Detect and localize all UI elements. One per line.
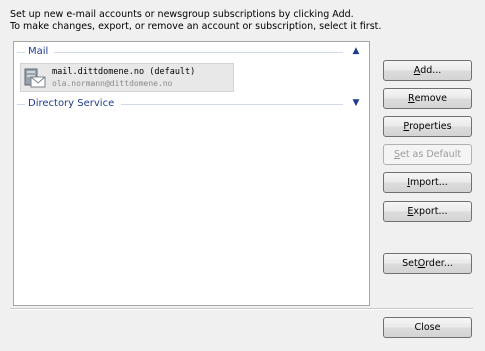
close-button[interactable]: Close <box>383 317 472 338</box>
set-as-default-button[interactable]: Set as Default <box>383 144 472 165</box>
account-email: ola.normann@dittdomene.no <box>52 79 173 88</box>
properties-button[interactable]: Properties <box>383 116 472 137</box>
chevron-down-icon[interactable]: ▼ <box>351 97 361 109</box>
add-label-post: dd... <box>420 65 442 76</box>
group-divider <box>17 52 25 53</box>
chevron-up-icon[interactable]: ▲ <box>351 45 361 57</box>
instruction-line-2: To make changes, export, or remove an ac… <box>10 21 382 32</box>
group-divider <box>17 104 25 105</box>
set-order-label-post: rder... <box>425 258 453 269</box>
properties-label-post: roperties <box>409 121 452 132</box>
mail-group-header[interactable]: Mail ▲ <box>14 45 369 59</box>
export-button[interactable]: Export... <box>383 201 472 222</box>
close-label: Close <box>414 322 441 333</box>
import-label-post: mport... <box>410 177 448 188</box>
import-button[interactable]: Import... <box>383 172 472 193</box>
remove-button[interactable]: Remove <box>383 88 472 109</box>
set-order-label-pre: Set <box>402 258 418 269</box>
account-name: mail.dittdomene.no (default) <box>52 67 196 77</box>
remove-label-key: R <box>408 93 415 104</box>
instruction-line-1: Set up new e-mail accounts or newsgroup … <box>10 9 354 20</box>
mail-group-title: Mail <box>28 46 49 57</box>
export-label-post: xport... <box>413 206 448 217</box>
mail-account-icon <box>24 68 46 88</box>
footer-divider <box>10 308 473 310</box>
directory-group-title: Directory Service <box>28 98 115 109</box>
set-order-button[interactable]: Set Order... <box>383 253 472 274</box>
accounts-list[interactable]: Mail ▲ mail.dittdomene.no (default) ola.… <box>13 41 370 306</box>
instructions: Set up new e-mail accounts or newsgroup … <box>10 9 381 33</box>
account-item[interactable]: mail.dittdomene.no (default) ola.normann… <box>20 63 234 92</box>
directory-group-header[interactable]: Directory Service ▼ <box>14 97 369 111</box>
group-divider <box>121 104 343 105</box>
add-button[interactable]: Add... <box>383 60 472 81</box>
group-divider <box>54 52 343 53</box>
set-order-label-key: O <box>417 258 426 269</box>
remove-label-post: emove <box>414 93 447 104</box>
set-default-label-post: et as Default <box>399 149 462 160</box>
